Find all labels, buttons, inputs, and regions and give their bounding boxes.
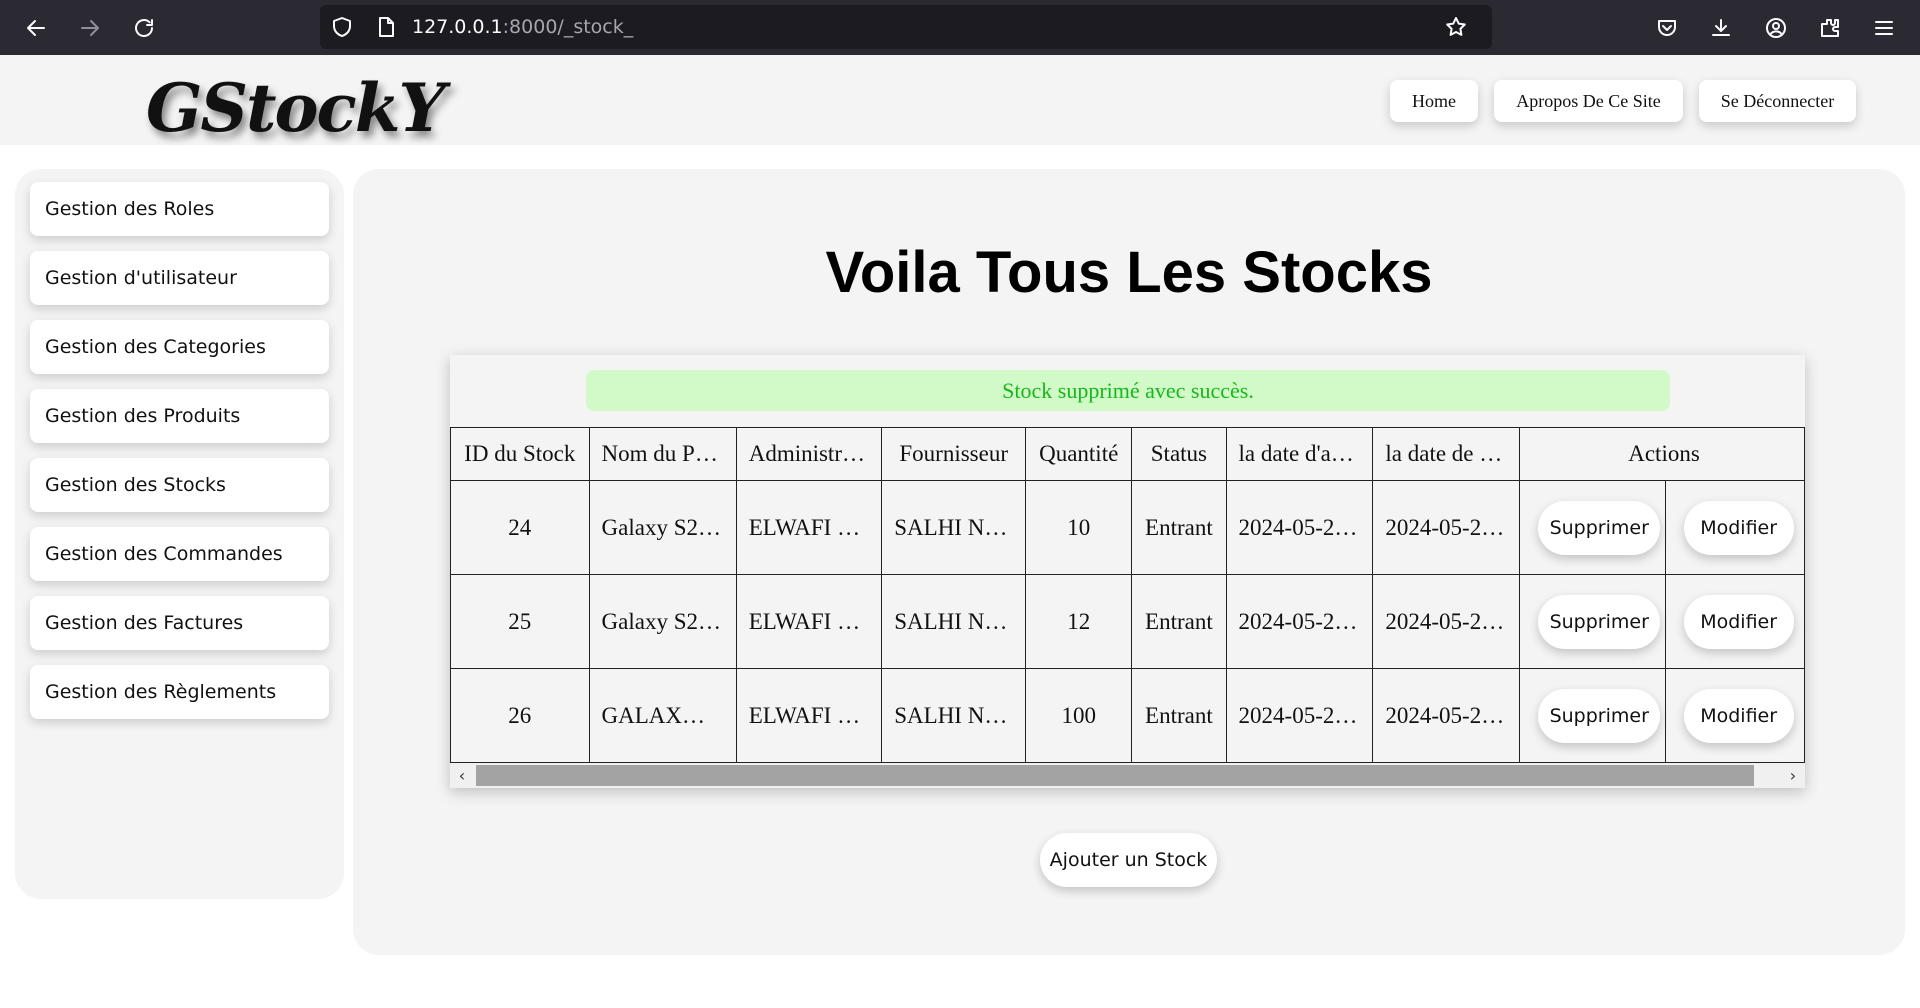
cell-edit-action: Modifier xyxy=(1664,574,1805,669)
account-icon[interactable] xyxy=(1758,10,1794,46)
cell-status: Entrant xyxy=(1131,574,1227,669)
browser-toolbar: 127.0.0.1:8000/_stock_ xyxy=(0,0,1920,55)
page: GStockY Home Apropos De Ce Site Se Décon… xyxy=(0,55,1920,1008)
site-logo[interactable]: GStockY xyxy=(146,69,446,147)
column-header-quantity: Quantité xyxy=(1025,427,1133,481)
extensions-icon[interactable] xyxy=(1812,10,1848,46)
cell-product: Galaxy S2… xyxy=(588,574,737,669)
stock-table: ID du Stock Nom du P… Administr… Fournis… xyxy=(450,427,1805,763)
sidebar: Gestion des Roles Gestion d'utilisateur … xyxy=(15,169,344,899)
cell-id: 24 xyxy=(450,480,590,575)
cell-product: Galaxy S2… xyxy=(588,480,737,575)
cell-date-updated: 2024-05-2… xyxy=(1372,480,1521,575)
delete-button[interactable]: Supprimer xyxy=(1538,688,1661,743)
sidebar-item-products[interactable]: Gestion des Produits xyxy=(30,389,329,443)
cell-delete-action: Supprimer xyxy=(1519,480,1666,575)
cell-delete-action: Supprimer xyxy=(1519,574,1666,669)
cell-date-added: 2024-05-2… xyxy=(1225,480,1374,575)
nav-about-button[interactable]: Apropos De Ce Site xyxy=(1494,80,1683,122)
url-text[interactable]: 127.0.0.1:8000/_stock_ xyxy=(412,16,633,38)
delete-button[interactable]: Supprimer xyxy=(1538,594,1661,649)
cell-supplier: SALHI N… xyxy=(881,480,1027,575)
cell-quantity: 100 xyxy=(1025,668,1133,763)
column-header-product: Nom du P… xyxy=(588,427,737,481)
horizontal-scrollbar[interactable]: ‹ › xyxy=(450,763,1805,788)
cell-admin: ELWAFI … xyxy=(735,574,883,669)
table-row: 25 Galaxy S2… ELWAFI … SALHI N… 12 Entra… xyxy=(450,574,1805,669)
cell-id: 25 xyxy=(450,574,590,669)
cell-supplier: SALHI N… xyxy=(881,574,1027,669)
column-header-admin: Administr… xyxy=(735,427,883,481)
table-row: 24 Galaxy S2… ELWAFI … SALHI N… 10 Entra… xyxy=(450,480,1805,575)
delete-button[interactable]: Supprimer xyxy=(1538,500,1661,555)
edit-button[interactable]: Modifier xyxy=(1683,594,1794,649)
nav-home-button[interactable]: Home xyxy=(1390,80,1478,122)
scroll-left-icon[interactable]: ‹ xyxy=(450,763,474,788)
shield-icon[interactable] xyxy=(324,9,360,45)
column-header-date-updated: la date de … xyxy=(1372,427,1521,481)
sidebar-item-invoices[interactable]: Gestion des Factures xyxy=(30,596,329,650)
cell-quantity: 10 xyxy=(1025,480,1133,575)
cell-status: Entrant xyxy=(1131,480,1227,575)
page-title: Voila Tous Les Stocks xyxy=(825,240,1433,305)
menu-icon[interactable] xyxy=(1866,10,1902,46)
forward-icon[interactable] xyxy=(72,10,108,46)
column-header-supplier: Fournisseur xyxy=(881,427,1027,481)
url-host: 127.0.0.1 xyxy=(412,16,503,38)
cell-date-added: 2024-05-2… xyxy=(1225,668,1374,763)
scrollbar-thumb[interactable] xyxy=(476,765,1754,786)
cell-status: Entrant xyxy=(1131,668,1227,763)
cell-date-updated: 2024-05-2… xyxy=(1372,668,1521,763)
column-header-date-added: la date d'a… xyxy=(1225,427,1374,481)
cell-edit-action: Modifier xyxy=(1664,668,1805,763)
address-bar[interactable]: 127.0.0.1:8000/_stock_ xyxy=(320,5,1492,49)
site-header: GStockY Home Apropos De Ce Site Se Décon… xyxy=(0,55,1920,147)
cell-edit-action: Modifier xyxy=(1664,480,1805,575)
column-header-id: ID du Stock xyxy=(450,427,590,481)
sidebar-item-categories[interactable]: Gestion des Categories xyxy=(30,320,329,374)
cell-quantity: 12 xyxy=(1025,574,1133,669)
column-header-status: Status xyxy=(1131,427,1227,481)
main-panel: Voila Tous Les Stocks Stock supprimé ave… xyxy=(353,169,1905,955)
table-row: 26 GALAX… ELWAFI … SALHI N… 100 Entrant … xyxy=(450,668,1805,763)
sidebar-item-users[interactable]: Gestion d'utilisateur xyxy=(30,251,329,305)
bookmark-star-icon[interactable] xyxy=(1438,9,1474,45)
table-header-row: ID du Stock Nom du P… Administr… Fournis… xyxy=(450,427,1805,481)
success-alert: Stock supprimé avec succès. xyxy=(586,370,1670,411)
cell-delete-action: Supprimer xyxy=(1519,668,1666,763)
sidebar-item-orders[interactable]: Gestion des Commandes xyxy=(30,527,329,581)
cell-id: 26 xyxy=(450,668,590,763)
nav-logout-button[interactable]: Se Déconnecter xyxy=(1699,80,1856,122)
cell-admin: ELWAFI … xyxy=(735,480,883,575)
scroll-right-icon[interactable]: › xyxy=(1781,763,1805,788)
cell-supplier: SALHI N… xyxy=(881,668,1027,763)
column-header-actions: Actions xyxy=(1519,427,1805,481)
pocket-icon[interactable] xyxy=(1649,10,1685,46)
cell-admin: ELWAFI … xyxy=(735,668,883,763)
edit-button[interactable]: Modifier xyxy=(1683,500,1794,555)
reload-icon[interactable] xyxy=(126,10,162,46)
stock-table-container: Stock supprimé avec succès. ID du Stock … xyxy=(450,355,1805,788)
add-stock-button[interactable]: Ajouter un Stock xyxy=(1040,833,1217,887)
url-path: :8000/_stock_ xyxy=(502,16,634,38)
cell-date-updated: 2024-05-2… xyxy=(1372,574,1521,669)
sidebar-item-roles[interactable]: Gestion des Roles xyxy=(30,182,329,236)
cell-product: GALAX… xyxy=(588,668,737,763)
page-info-icon[interactable] xyxy=(368,9,404,45)
sidebar-item-payments[interactable]: Gestion des Règlements xyxy=(30,665,329,719)
edit-button[interactable]: Modifier xyxy=(1683,688,1794,743)
sidebar-item-stocks[interactable]: Gestion des Stocks xyxy=(30,458,329,512)
cell-date-added: 2024-05-2… xyxy=(1225,574,1374,669)
back-icon[interactable] xyxy=(18,10,54,46)
downloads-icon[interactable] xyxy=(1703,10,1739,46)
